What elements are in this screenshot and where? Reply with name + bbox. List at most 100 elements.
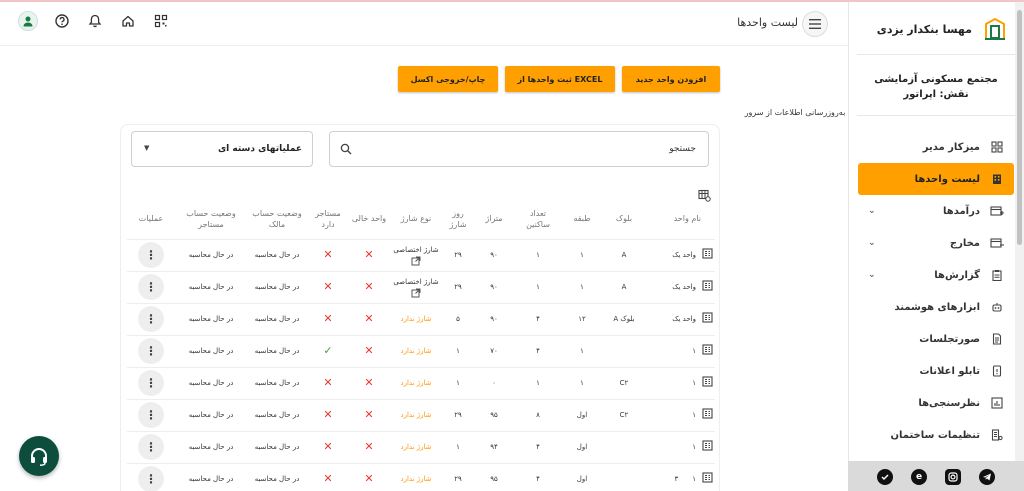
- sidebar-divider: [857, 115, 1024, 116]
- row-actions-button[interactable]: ⋮: [138, 434, 164, 460]
- table-row[interactable]: ۱ ۱ ۴ ۷۰ ۱ شارژ ندارد ✕ ✓ در حال محاسبه در حال مح…: [127, 335, 715, 368]
- sidebar-scrollbar[interactable]: [1015, 2, 1024, 462]
- sidebar-item-5[interactable]: ابزارهای هوشمند: [858, 291, 1014, 323]
- owner-account-status: در حال محاسبه: [254, 443, 300, 451]
- cross-icon: ✕: [323, 279, 333, 293]
- sidebar-item-label: درآمدها: [943, 205, 980, 217]
- sidebar-item-8[interactable]: نظرسنجی‌ها: [858, 387, 1014, 419]
- qr-code-icon[interactable]: [152, 12, 170, 30]
- unit-floor: ۱: [580, 251, 584, 259]
- table-row[interactable]: واحد یک بلوک A ۱۲ ۴ ۹۰ ۵ شارژ ندارد ✕ ✕ در حال مح…: [127, 303, 715, 336]
- unit-charge-day: ۱: [456, 443, 460, 451]
- sidebar-item-label: لیست واحدها: [914, 173, 980, 185]
- print-export-button[interactable]: چاپ/خروجی اکسل: [398, 66, 498, 92]
- sidebar: مهسا بنکدار یزدی مجتمع مسکونی آزمایشی نق…: [848, 2, 1024, 491]
- sidebar-item-label: میزکار مدیر: [922, 141, 980, 153]
- external-link-icon[interactable]: [391, 256, 441, 266]
- eitaa-icon[interactable]: e: [911, 469, 927, 485]
- col-header-tenant-status[interactable]: وضعیت حساب مستاجر: [175, 199, 247, 240]
- unit-residents: ۱: [536, 379, 540, 387]
- table-row[interactable]: واحد یک A ۱ ۱ ۹۰ ۲۹ شارژ اختصاصی ✕ ✕ در حال محاسب…: [127, 239, 715, 272]
- sidebar-item-2[interactable]: درآمدها ⌄: [858, 195, 1014, 227]
- sidebar-item-3[interactable]: مخارج ⌄: [858, 227, 1014, 259]
- row-actions-button[interactable]: ⋮: [138, 370, 164, 396]
- instagram-icon[interactable]: [945, 469, 961, 485]
- notification-bell-icon[interactable]: [86, 12, 104, 30]
- row-actions-button[interactable]: ⋮: [138, 466, 164, 491]
- row-actions-button[interactable]: ⋮: [138, 338, 164, 364]
- bulk-operations-select[interactable]: عملیاتهای دسته ای ▼: [131, 131, 313, 167]
- add-unit-button[interactable]: افزودن واحد جدید: [622, 66, 720, 92]
- table-row[interactable]: ۱ اول ۴ ۹۴ ۱ شارژ ندارد ✕ ✕ در حال محاسبه در حال …: [127, 431, 715, 464]
- col-header-block[interactable]: بلوک: [603, 199, 645, 240]
- profile-avatar-icon[interactable]: [18, 11, 38, 31]
- board-icon: [990, 364, 1004, 378]
- headset-icon: [31, 448, 47, 466]
- col-header-floor[interactable]: طبقه: [561, 199, 603, 240]
- topbar-icons: [18, 11, 170, 31]
- unit-name[interactable]: واحد یک: [672, 282, 696, 292]
- help-icon[interactable]: [53, 12, 71, 30]
- table-row[interactable]: ۱ C۲ اول ۸ ۹۵ ۲۹ شارژ ندارد ✕ ✕ در حال محاسبه در ح…: [127, 399, 715, 432]
- col-header-area[interactable]: متراژ: [473, 199, 515, 240]
- table-row[interactable]: ۱ ۳ اول ۴ ۹۵ ۲۹ شارژ ندارد ✕ ✕ در حال محاسبه در حا…: [127, 463, 715, 491]
- sidebar-item-7[interactable]: تابلو اعلانات: [858, 355, 1014, 387]
- support-chat-button[interactable]: [19, 436, 59, 476]
- cross-icon: ✕: [364, 471, 374, 485]
- unit-name[interactable]: ۱: [692, 378, 696, 388]
- col-header-charge-type[interactable]: نوع شارژ: [389, 199, 443, 240]
- unit-residents: ۴: [536, 347, 540, 355]
- unit-block: A: [621, 251, 627, 259]
- table-row[interactable]: ۱ C۲ ۱ ۱ ۰ ۱ شارژ ندارد ✕ ✕ در حال محاسبه در حال م…: [127, 367, 715, 400]
- unit-residents: ۸: [536, 411, 540, 419]
- telegram-icon[interactable]: [979, 469, 995, 485]
- poll-chart-icon: [990, 396, 1004, 410]
- complex-name: مجتمع مسکونی آزمایشی: [874, 74, 998, 85]
- unit-block: بلوک A: [613, 315, 635, 323]
- unit-charge-type: شارژ ندارد: [400, 475, 432, 483]
- sidebar-item-1[interactable]: لیست واحدها: [858, 163, 1014, 195]
- menu-toggle-button[interactable]: [802, 11, 828, 37]
- unit-name[interactable]: ۱: [692, 474, 696, 484]
- import-excel-button[interactable]: ثبت واحدها از EXCEL: [505, 66, 615, 92]
- home-icon[interactable]: [119, 12, 137, 30]
- unit-name[interactable]: ۱: [692, 442, 696, 452]
- search-input[interactable]: جستجو: [329, 131, 709, 167]
- unit-name[interactable]: ۱: [692, 346, 696, 356]
- unit-floor: ۱۲: [578, 315, 586, 323]
- owner-account-status: در حال محاسبه: [254, 411, 300, 419]
- unit-charge-day: ۱: [456, 347, 460, 355]
- document-icon: [990, 332, 1004, 346]
- complex-info[interactable]: مجتمع مسکونی آزمایشی نقش: اپراتور: [866, 72, 1006, 102]
- tenant-account-status: در حال محاسبه: [188, 251, 234, 259]
- unit-charge-type: شارژ ندارد: [400, 315, 432, 323]
- sidebar-item-label: مخارج: [949, 237, 980, 249]
- row-actions-button[interactable]: ⋮: [138, 274, 164, 300]
- col-header-name[interactable]: نام واحد: [645, 199, 715, 240]
- sidebar-item-6[interactable]: صورتجلسات: [858, 323, 1014, 355]
- scrollbar-thumb[interactable]: [1017, 10, 1022, 245]
- owner-account-status: در حال محاسبه: [254, 379, 300, 387]
- table-row[interactable]: واحد یک A ۱ ۱ ۹۰ ۲۹ شارژ اختصاصی ✕ ✕ در حال محاسب…: [127, 271, 715, 304]
- unit-charge-day: ۲۹: [454, 283, 462, 291]
- unit-name[interactable]: واحد یک: [672, 314, 696, 324]
- sidebar-item-4[interactable]: گزارش‌ها ⌄: [858, 259, 1014, 291]
- unit-floor: ۱: [580, 379, 584, 387]
- unit-name[interactable]: واحد یک: [672, 250, 696, 260]
- row-actions-button[interactable]: ⋮: [138, 402, 164, 428]
- unit-residents: ۴: [536, 475, 540, 483]
- col-header-residents[interactable]: تعداد ساکنین: [515, 199, 561, 240]
- row-actions-button[interactable]: ⋮: [138, 242, 164, 268]
- external-link-icon[interactable]: [391, 288, 441, 298]
- sidebar-item-9[interactable]: تنظیمات ساختمان: [858, 419, 1014, 451]
- cross-icon: ✕: [323, 471, 333, 485]
- col-header-vacant[interactable]: واحد خالی: [349, 199, 389, 240]
- row-actions-button[interactable]: ⋮: [138, 306, 164, 332]
- bale-icon[interactable]: [877, 469, 893, 485]
- building-settings-icon: [990, 428, 1004, 442]
- sidebar-item-0[interactable]: میزکار مدیر: [858, 131, 1014, 163]
- unit-name[interactable]: ۱: [692, 410, 696, 420]
- col-header-charge-day[interactable]: روز شارژ: [443, 199, 473, 240]
- col-header-owner-status[interactable]: وضعیت حساب مالک: [247, 199, 307, 240]
- col-header-has-tenant[interactable]: مستاجر دارد: [307, 199, 349, 240]
